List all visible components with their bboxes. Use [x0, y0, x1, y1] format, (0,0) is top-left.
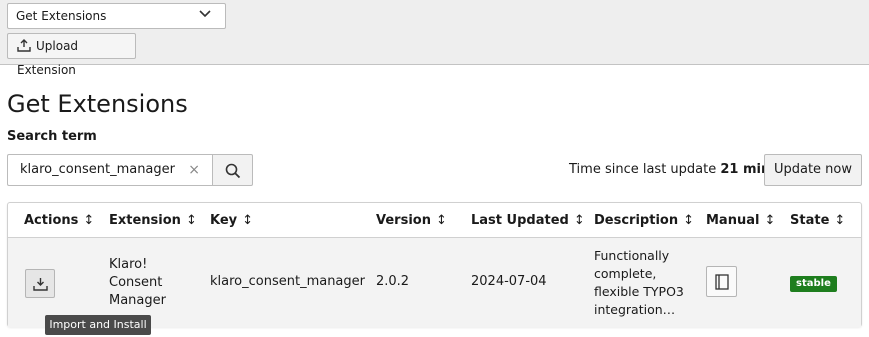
column-header-actions[interactable]: Actions ↕	[24, 213, 94, 228]
sort-icon: ↕	[764, 213, 776, 228]
extension-key: klaro_consent_manager	[210, 274, 365, 289]
import-install-tooltip: Import and Install	[45, 315, 151, 335]
column-header-extension[interactable]: Extension ↕	[109, 213, 197, 228]
column-header-label: Extension	[109, 213, 181, 228]
sort-icon: ↕	[834, 213, 846, 228]
search-input[interactable]: klaro_consent_manager ×	[7, 154, 212, 186]
column-header-label: Manual	[706, 213, 760, 228]
update-now-button[interactable]: Update now	[764, 154, 862, 186]
column-header-label: Description	[594, 213, 679, 228]
module-menu-select-value: Get Extensions	[16, 9, 107, 23]
column-header-version[interactable]: Version ↕	[376, 213, 447, 228]
manual-icon	[715, 274, 729, 290]
extensions-table: Actions ↕ Extension ↕ Key ↕ Version ↕ Last U…	[7, 202, 862, 327]
column-header-state[interactable]: State ↕	[790, 213, 845, 228]
sort-icon: ↕	[683, 213, 694, 228]
extension-title-line: Manager	[109, 293, 166, 308]
description-line: complete,	[594, 266, 657, 281]
search-label: Search term	[7, 129, 97, 144]
upload-extension-button[interactable]: Upload Extension	[7, 33, 136, 77]
column-header-manual[interactable]: Manual ↕	[706, 213, 775, 228]
extension-last-updated: 2024-07-04	[471, 274, 547, 289]
table-header: Actions ↕ Extension ↕ Key ↕ Version ↕ Last U…	[8, 203, 861, 238]
page-title: Get Extensions	[7, 90, 188, 118]
state-badge: stable	[790, 276, 837, 292]
sort-icon: ↕	[435, 213, 447, 228]
table-row: Klaro! Consent Manager klaro_consent_man…	[8, 238, 861, 327]
extension-title-line: Klaro!	[109, 257, 148, 272]
description-line: flexible TYPO3	[594, 284, 684, 299]
module-toolbar: Get Extensions Upload Extension	[0, 0, 869, 77]
column-header-label: Key	[210, 213, 238, 228]
module-menu-select[interactable]: Get Extensions	[7, 3, 226, 29]
column-header-key[interactable]: Key ↕	[210, 213, 253, 228]
description-line: integration…	[594, 302, 676, 317]
extension-version: 2.0.2	[376, 274, 410, 289]
column-header-label: Last Updated	[471, 213, 569, 228]
clear-search-icon[interactable]: ×	[188, 155, 200, 185]
search-icon	[225, 163, 241, 179]
last-update-elapsed: 21 min	[720, 162, 771, 177]
extension-description: Functionally complete, flexible TYPO3 in…	[594, 247, 684, 319]
import-and-install-button[interactable]	[25, 269, 55, 298]
search-input-value: klaro_consent_manager	[20, 162, 175, 177]
column-header-label: State	[790, 213, 830, 228]
sort-icon: ↕	[573, 213, 585, 228]
sort-icon: ↕	[83, 213, 95, 228]
chevron-down-icon	[199, 10, 211, 18]
import-icon	[33, 278, 48, 291]
sort-icon: ↕	[242, 213, 254, 228]
extension-title-line: Consent	[109, 275, 163, 290]
last-update-prefix: Time since last update	[569, 162, 717, 177]
search-button[interactable]	[212, 154, 253, 186]
last-update-info: Time since last update 21 min	[569, 162, 770, 177]
column-header-last-updated[interactable]: Last Updated ↕	[471, 213, 585, 228]
upload-icon	[17, 39, 31, 52]
manual-button[interactable]	[706, 266, 737, 297]
sort-icon: ↕	[185, 213, 197, 228]
column-header-description[interactable]: Description ↕	[594, 213, 694, 228]
extension-title: Klaro! Consent Manager	[109, 256, 166, 310]
column-header-label: Version	[376, 213, 431, 228]
column-header-label: Actions	[24, 213, 79, 228]
description-line: Functionally	[594, 248, 670, 263]
